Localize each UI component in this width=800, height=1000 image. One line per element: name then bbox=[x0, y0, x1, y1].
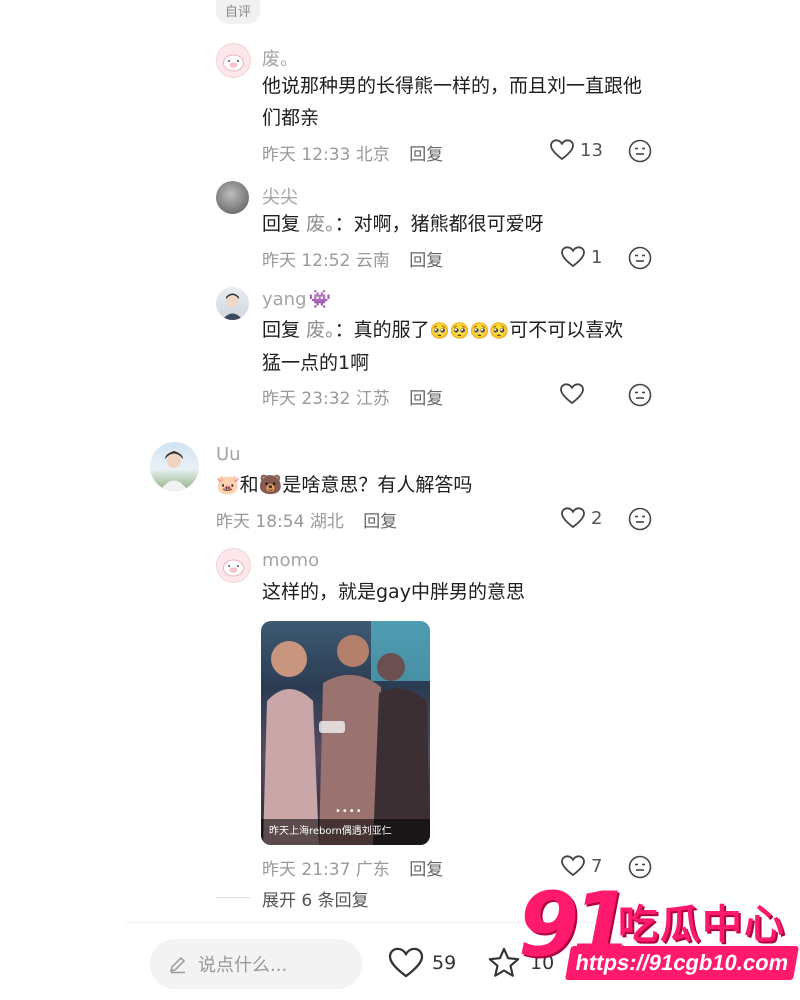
reply-button[interactable]: 回复 bbox=[409, 860, 443, 880]
inline-emojis: 🥺🥺🥺🥺 bbox=[429, 321, 510, 340]
comment-text: 回复 废。：真的服了🥺🥺🥺🥺可不可以喜欢 猛一点的1啊 bbox=[262, 319, 624, 374]
heart-icon bbox=[550, 139, 574, 161]
emoji-react-icon[interactable] bbox=[628, 383, 652, 411]
star-icon bbox=[488, 947, 520, 977]
pig-emoji: 🐷 bbox=[216, 474, 240, 496]
emoji-react-icon[interactable] bbox=[628, 855, 652, 883]
comment-username[interactable]: yang 👾 bbox=[262, 289, 331, 310]
expand-divider bbox=[216, 897, 250, 898]
comment-input[interactable]: 说点什么... bbox=[150, 939, 362, 989]
comment-username[interactable]: momo bbox=[262, 550, 319, 571]
username-emoji: 👾 bbox=[308, 289, 331, 310]
comment-username[interactable]: Uu bbox=[216, 444, 241, 465]
comment-time: 昨天 18:54 bbox=[216, 512, 305, 532]
pencil-icon bbox=[169, 956, 186, 974]
bear-emoji: 🐻 bbox=[258, 474, 283, 496]
comment-time: 昨天 21:37 bbox=[262, 860, 351, 880]
comment-text: 🐷和🐻是啥意思？有人解答吗 bbox=[216, 474, 473, 496]
comment-text: 这样的，就是gay中胖男的意思 bbox=[262, 581, 525, 603]
comment-image[interactable]: •••• 昨天上海reborn偶遇刘亚仁 bbox=[261, 621, 430, 845]
comment-meta: 昨天 21:37 广东 回复 bbox=[262, 855, 443, 880]
comment-location: 北京 bbox=[355, 145, 390, 165]
comment-time: 昨天 23:32 bbox=[262, 389, 351, 409]
avatar[interactable] bbox=[216, 181, 249, 214]
heart-icon bbox=[560, 383, 584, 405]
watermark-url: https://91cgb10.com bbox=[565, 946, 799, 980]
comment-location: 湖北 bbox=[309, 512, 344, 532]
heart-icon bbox=[561, 507, 585, 529]
emoji-react-icon[interactable] bbox=[628, 246, 652, 274]
comment-meta: 昨天 12:33 北京 回复 bbox=[262, 140, 443, 165]
comment-input-placeholder: 说点什么... bbox=[198, 955, 288, 976]
like-button[interactable]: 1 bbox=[561, 246, 602, 268]
like-button[interactable]: 13 bbox=[550, 139, 603, 161]
expand-replies-button[interactable]: 展开 6 条回复 bbox=[262, 886, 369, 911]
comment-location: 江苏 bbox=[355, 389, 390, 409]
reply-button[interactable]: 回复 bbox=[409, 389, 443, 409]
comment-location: 云南 bbox=[355, 251, 390, 271]
watermark-logo: 91 吃瓜中心 https://91cgb10.com bbox=[518, 880, 799, 990]
like-button[interactable]: 2 bbox=[561, 507, 602, 529]
comment-meta: 昨天 18:54 湖北 回复 bbox=[216, 507, 397, 532]
avatar[interactable] bbox=[150, 442, 199, 491]
reply-button[interactable]: 回复 bbox=[409, 251, 443, 271]
like-count: 2 bbox=[591, 507, 603, 529]
like-count: 13 bbox=[580, 139, 603, 161]
image-page-dots: •••• bbox=[335, 806, 363, 817]
reply-button[interactable]: 回复 bbox=[363, 512, 397, 532]
comment-text: 他说那种男的长得熊一样的，而且刘一直跟他 们都亲 bbox=[262, 75, 643, 129]
mention-link[interactable]: 废。 bbox=[306, 213, 335, 235]
image-caption: 昨天上海reborn偶遇刘亚仁 bbox=[261, 819, 430, 845]
mention-link[interactable]: 废。 bbox=[306, 319, 335, 341]
like-count: 1 bbox=[591, 246, 603, 268]
author-tag: 自评 bbox=[216, 0, 260, 24]
emoji-react-icon[interactable] bbox=[628, 507, 652, 535]
comment-text: 回复 废。：对啊，猪熊都很可爱呀 bbox=[262, 213, 544, 235]
like-button[interactable] bbox=[560, 383, 584, 405]
emoji-react-icon[interactable] bbox=[628, 139, 652, 167]
heart-icon bbox=[388, 947, 424, 978]
comment-time: 昨天 12:52 bbox=[262, 251, 351, 271]
watermark-text: 吃瓜中心 bbox=[618, 902, 786, 948]
heart-icon bbox=[561, 246, 585, 268]
reply-button[interactable]: 回复 bbox=[409, 145, 443, 165]
comment-meta: 昨天 23:32 江苏 回复 bbox=[262, 384, 443, 409]
comment-time: 昨天 12:33 bbox=[262, 145, 351, 165]
comment-username[interactable]: 废。 bbox=[262, 45, 298, 71]
avatar[interactable] bbox=[216, 287, 249, 320]
comment-meta: 昨天 12:52 云南 回复 bbox=[262, 246, 443, 271]
post-like-count: 59 bbox=[432, 952, 457, 974]
avatar[interactable] bbox=[216, 548, 251, 583]
post-like-button[interactable]: 59 bbox=[388, 947, 456, 979]
comment-username[interactable]: 尖尖 bbox=[262, 183, 298, 209]
avatar[interactable] bbox=[216, 43, 251, 78]
comment-location: 广东 bbox=[355, 860, 390, 880]
